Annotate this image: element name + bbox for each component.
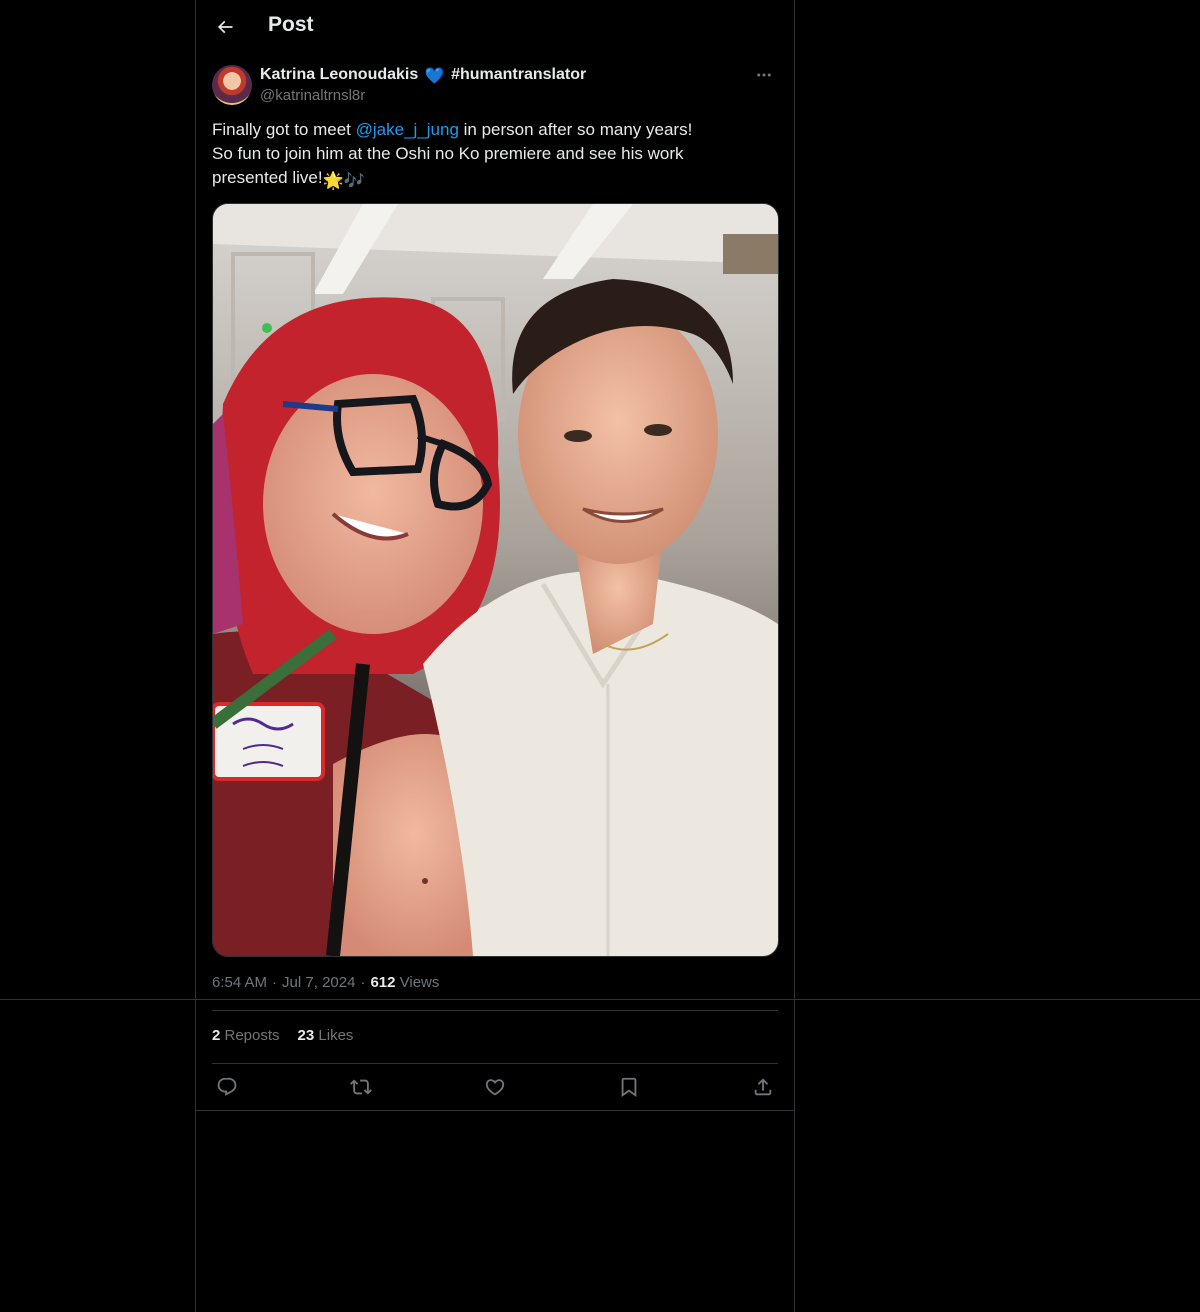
meta-separator: ·	[360, 974, 366, 991]
likes-stat[interactable]: 23 Likes	[298, 1027, 354, 1044]
more-options-button[interactable]	[750, 64, 778, 86]
views-label: Views	[395, 974, 440, 991]
primary-column: Post Katrina Leonoudakis 💙 #humantransla…	[195, 0, 795, 1312]
page-title: Post	[268, 13, 314, 36]
author-name[interactable]: Katrina Leonoudakis 💙 #humantranslator	[260, 66, 586, 86]
action-bar	[212, 1072, 778, 1102]
reply-button[interactable]	[212, 1072, 242, 1102]
repost-button[interactable]	[346, 1072, 376, 1102]
bookmark-icon	[621, 1077, 637, 1098]
author-display-name: Katrina Leonoudakis	[260, 66, 419, 83]
back-button[interactable]	[208, 10, 242, 44]
post-text-line2: So fun to join him at the Oshi no Ko pre…	[212, 144, 684, 163]
author-row: Katrina Leonoudakis 💙 #humantranslator @…	[212, 64, 778, 108]
post-text-line3: presented live!	[212, 168, 323, 187]
likes-label: Likes	[314, 1027, 354, 1044]
like-button[interactable]	[480, 1072, 510, 1102]
share-icon	[754, 1078, 772, 1096]
bookmark-button[interactable]	[614, 1072, 644, 1102]
post-text: Finally got to meet @jake_j_jung in pers…	[212, 118, 778, 193]
post-text-line1-before: Finally got to meet	[212, 120, 356, 139]
author-handle[interactable]: @katrinaltrnsl8r	[260, 87, 365, 104]
views-count: 612	[370, 974, 396, 991]
post-date[interactable]: Jul 7, 2024	[282, 974, 355, 991]
like-icon	[485, 1079, 505, 1096]
blue-heart-icon: 💙	[424, 68, 445, 85]
post-photo[interactable]	[212, 203, 779, 957]
reply-icon	[217, 1077, 237, 1096]
star-music-emoji: 🌟🎶	[322, 171, 365, 190]
mention-link[interactable]: @jake_j_jung	[356, 120, 459, 139]
reposts-label: Reposts	[220, 1027, 280, 1044]
likes-count: 23	[297, 1027, 315, 1044]
post-meta: 6:54 AM · Jul 7, 2024 · 612 Views	[212, 974, 439, 991]
post-stats: 2 Reposts 23 Likes	[212, 1027, 371, 1044]
repost-icon	[350, 1079, 372, 1095]
reposts-stat[interactable]: 2 Reposts	[212, 1027, 280, 1044]
page: Post Katrina Leonoudakis 💙 #humantransla…	[0, 0, 1200, 1312]
divider	[212, 1010, 778, 1011]
share-button[interactable]	[748, 1072, 778, 1102]
meta-separator: ·	[272, 974, 278, 991]
arrow-left-icon	[217, 20, 233, 34]
post-time[interactable]: 6:54 AM	[212, 974, 267, 991]
avatar[interactable]	[212, 65, 252, 105]
divider	[212, 1063, 778, 1064]
post-header: Post	[196, 0, 794, 54]
photo-image	[213, 204, 778, 956]
author-hashtag: #humantranslator	[451, 66, 587, 83]
divider	[196, 1110, 794, 1111]
post-text-line1-after: in person after so many years!	[458, 120, 693, 139]
more-dots-icon	[757, 73, 771, 77]
